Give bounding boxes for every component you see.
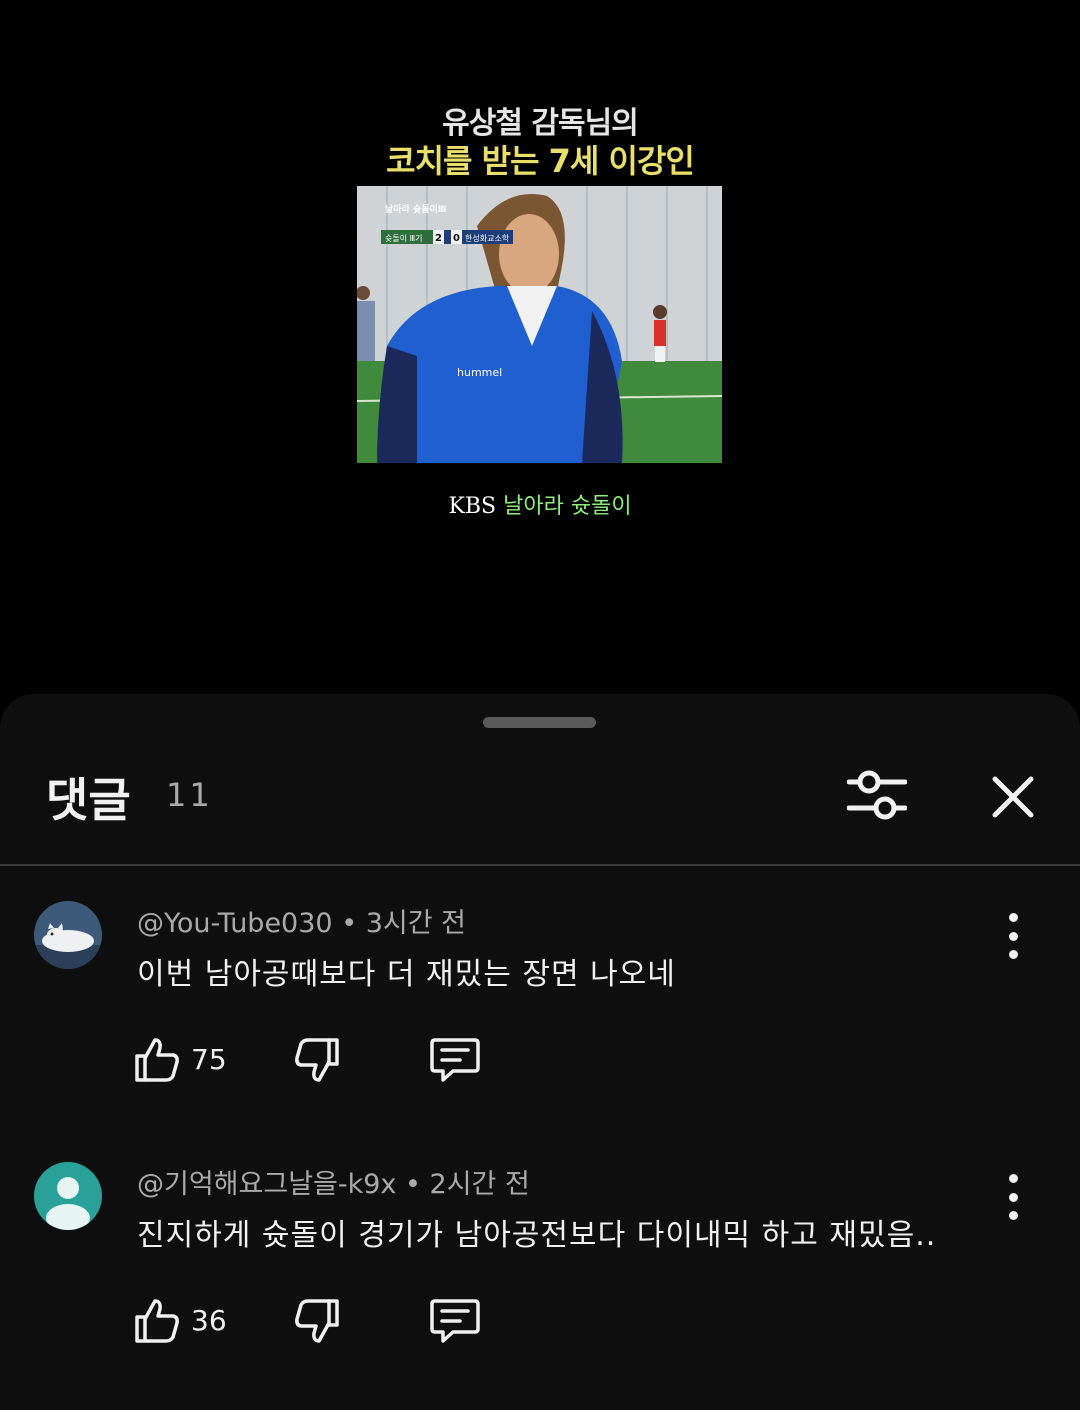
comment-time: 3시간 전 (365, 908, 466, 939)
more-options-button[interactable] (996, 1174, 1030, 1220)
comment-item: @You-Tube030 • 3시간 전 이번 남아공때보다 더 재밌는 장면 … (0, 901, 1080, 1151)
sort-filter-button[interactable] (845, 766, 909, 826)
video-caption-line2: 코치를 받는 7세 이강인 (386, 142, 695, 180)
meta-separator: • (341, 908, 366, 939)
avatar[interactable] (34, 901, 102, 969)
dislike-button[interactable] (293, 1035, 341, 1085)
comment-item: @기억해요그날을-k9x • 2시간 전 진지하게 슛돌이 경기가 남아공전보다… (0, 1162, 1080, 1410)
thumbs-down-icon (295, 1299, 339, 1343)
comments-sheet: 댓글 11 @You-Tube030 • 3시간 전 이번 남아공때보다 더 재… (0, 694, 1080, 1410)
comment-text: 이번 남아공때보다 더 재밌는 장면 나오네 (137, 957, 676, 992)
more-options-button[interactable] (996, 913, 1030, 959)
score-left: 2 (435, 233, 442, 244)
sliders-icon (847, 770, 907, 820)
score-right: 0 (453, 233, 460, 244)
thumbs-down-icon (295, 1038, 339, 1082)
comment-bubble-icon (430, 1299, 480, 1343)
close-button[interactable] (986, 770, 1040, 824)
like-button[interactable]: 36 (133, 1296, 227, 1346)
more-dot-icon (1008, 1211, 1018, 1220)
thumbs-up-icon (135, 1299, 179, 1343)
jersey-logo-text: hummel (457, 366, 502, 379)
more-dot-icon (1008, 931, 1018, 941)
reply-button[interactable] (429, 1035, 481, 1085)
comments-count: 11 (166, 776, 213, 814)
meta-separator: • (405, 1169, 430, 1200)
score-team-right: 한성화교소학 (465, 233, 510, 243)
like-count: 75 (191, 1043, 227, 1076)
more-dot-icon (1008, 1174, 1018, 1183)
credit-channel: KBS (448, 494, 497, 519)
drag-handle[interactable] (483, 717, 596, 728)
like-button[interactable]: 75 (133, 1035, 227, 1085)
comment-author[interactable]: @기억해요그날을-k9x (137, 1169, 396, 1200)
close-icon (992, 776, 1034, 818)
comment-meta: @기억해요그날을-k9x • 2시간 전 (137, 1162, 530, 1201)
header-divider (0, 864, 1080, 866)
video-frame: hummel 날아라 슛돌이Ⅲ 슛돌이 Ⅲ기 2 0 한성화교소학 (357, 186, 722, 463)
broadcast-logo: 날아라 슛돌이Ⅲ (385, 203, 446, 215)
score-team-left: 슛돌이 Ⅲ기 (385, 233, 423, 243)
comment-author[interactable]: @You-Tube030 (137, 908, 333, 939)
comment-meta: @You-Tube030 • 3시간 전 (137, 901, 466, 940)
video-player[interactable]: 유상철 감독님의 코치를 받는 7세 이강인 hummel 날아라 슛돌이Ⅲ 슛… (0, 0, 1080, 700)
comment-text: 진지하게 슛돌이 경기가 남아공전보다 다이내믹 하고 재밌음.. (137, 1218, 937, 1253)
video-credit: KBS 날아라 슛돌이 (0, 488, 1080, 520)
comments-title: 댓글 (46, 773, 131, 827)
avatar[interactable] (34, 1162, 102, 1230)
credit-show: 날아라 슛돌이 (503, 494, 632, 519)
thumbs-up-icon (135, 1038, 179, 1082)
more-dot-icon (1008, 1192, 1018, 1202)
comment-time: 2시간 전 (429, 1169, 530, 1200)
dislike-button[interactable] (293, 1296, 341, 1346)
like-count: 36 (191, 1304, 227, 1337)
more-dot-icon (1008, 913, 1018, 922)
more-dot-icon (1008, 950, 1018, 959)
reply-button[interactable] (429, 1296, 481, 1346)
comment-bubble-icon (430, 1038, 480, 1082)
